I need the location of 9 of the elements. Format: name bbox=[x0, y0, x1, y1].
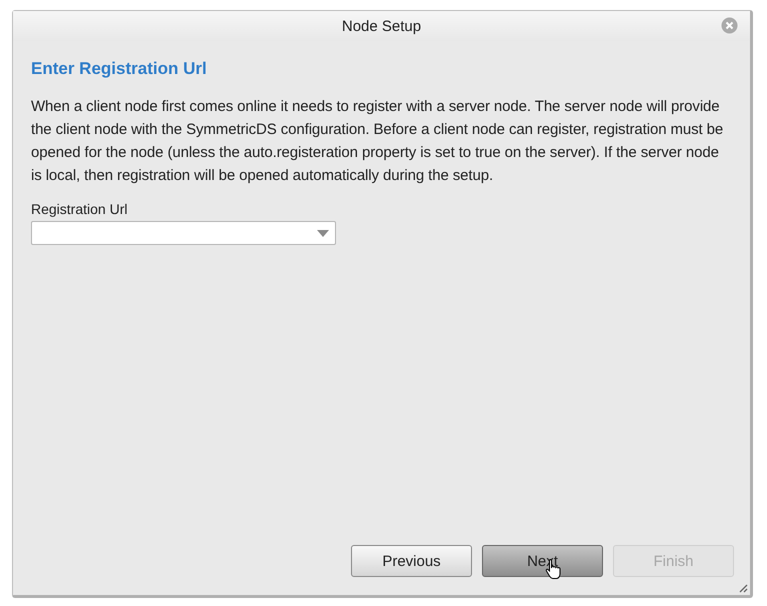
dialog-title: Node Setup bbox=[342, 18, 422, 34]
caret-icon bbox=[317, 230, 329, 236]
step-heading: Enter Registration Url bbox=[31, 59, 208, 79]
field-label: Registration Url bbox=[31, 201, 128, 217]
wizard-button[interactable]: Previous bbox=[351, 545, 472, 577]
registration-url-dropdown[interactable] bbox=[31, 221, 336, 245]
resize-grip-icon[interactable] bbox=[738, 583, 748, 593]
step-description: When a client node first comes online it needs to register with a server node. The server node will provide the client node with the SymmetricDS configuration. Before a client node can register, registration must be opened for the node (unless the auto.registeration property is set to true on the server). If the server node is local, then registration will be opened automatically during the setup. bbox=[31, 97, 724, 186]
close-icon[interactable] bbox=[721, 17, 738, 34]
